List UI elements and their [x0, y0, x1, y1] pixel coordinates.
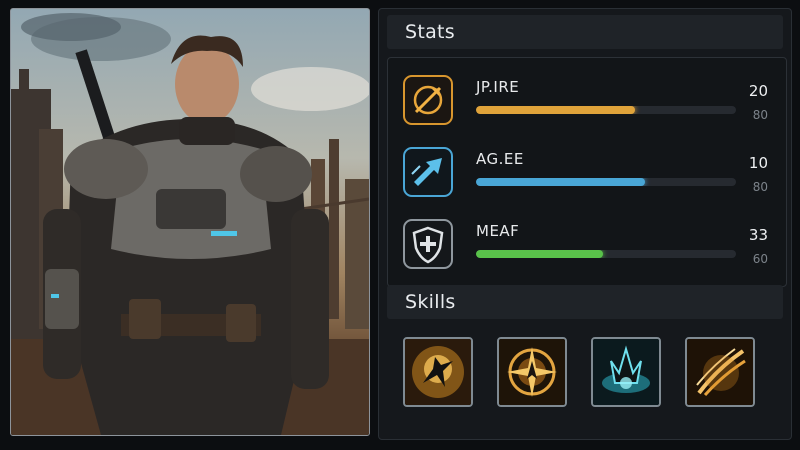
frost-spike-icon [593, 339, 659, 405]
stat-bar-fill [476, 106, 635, 114]
stat-bar-track [476, 250, 736, 258]
skills-title: Skills [405, 291, 456, 313]
stat-value: 33 [748, 226, 768, 244]
arrow-target-icon [403, 75, 453, 125]
stat-row-defense[interactable]: MEAF 33 60 [388, 210, 786, 280]
claw-slash-icon [687, 339, 753, 405]
skill-slot-4[interactable] [685, 337, 755, 407]
stat-value: 20 [748, 82, 768, 100]
stat-bar-fill [476, 178, 645, 186]
skills-header: Skills [387, 285, 783, 319]
stats-header: Stats [387, 15, 783, 49]
stat-max: 80 [752, 108, 768, 122]
stat-bar-track [476, 106, 736, 114]
character-portrait [10, 8, 370, 436]
stat-max: 60 [752, 252, 768, 266]
skill-slot-1[interactable] [403, 337, 473, 407]
shield-cross-icon [403, 219, 453, 269]
stat-bar-fill [476, 250, 604, 258]
character-panel: Stats JP.IRE 20 80 AG.EE 10 80 MEAF 33 6… [378, 8, 792, 440]
skill-slot-2[interactable] [497, 337, 567, 407]
stats-list: JP.IRE 20 80 AG.EE 10 80 MEAF 33 60 [387, 57, 787, 287]
stat-bar-track [476, 178, 736, 186]
stat-name: AG.EE [476, 150, 524, 168]
stat-name: MEAF [476, 222, 520, 240]
skill-slot-3[interactable] [591, 337, 661, 407]
stat-max: 80 [752, 180, 768, 194]
stats-title: Stats [405, 21, 456, 43]
stat-name: JP.IRE [476, 78, 520, 96]
stat-row-strength[interactable]: JP.IRE 20 80 [388, 66, 786, 136]
kick-strike-icon [405, 339, 471, 405]
stat-row-agility[interactable]: AG.EE 10 80 [388, 138, 786, 208]
portrait-artwork [11, 13, 369, 435]
stat-value: 10 [748, 154, 768, 172]
dash-arrow-icon [403, 147, 453, 197]
compass-star-icon [499, 339, 565, 405]
skills-list [387, 331, 785, 431]
